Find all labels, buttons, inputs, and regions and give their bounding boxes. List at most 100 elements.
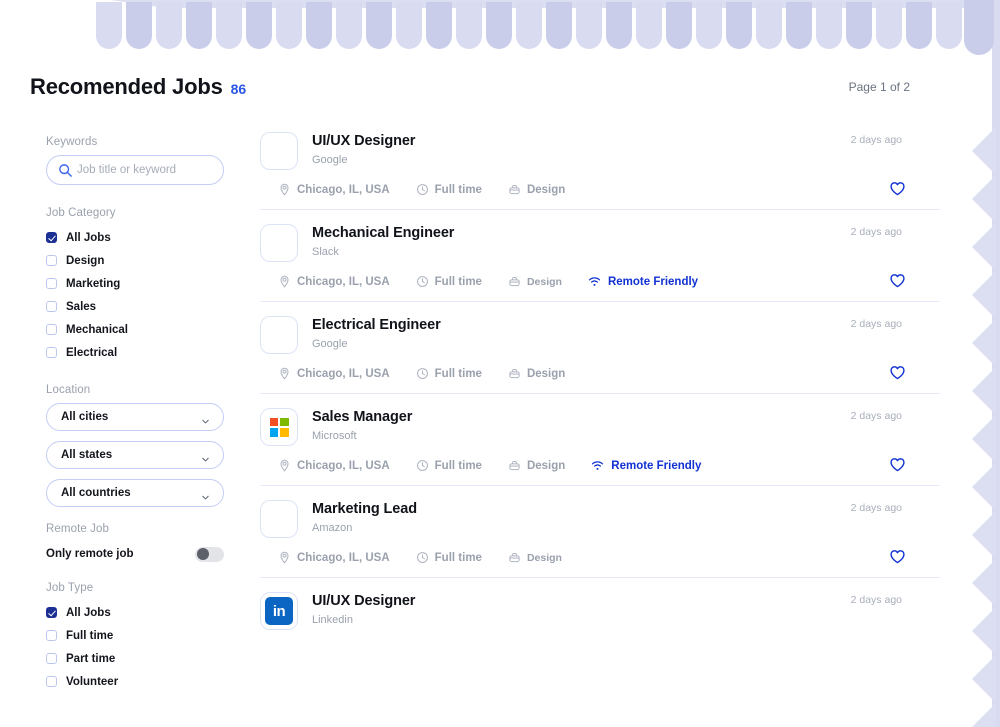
job-employment-type: Full time [416,367,482,380]
filter-job-category-electrical[interactable]: Electrical [46,341,236,364]
remote-toggle-label: Only remote job [46,548,134,560]
remote-job-toggle[interactable] [195,546,224,562]
job-employment-text: Full time [434,183,482,196]
filter-job-type-part-time[interactable]: Part time [46,647,236,670]
company-logo-microsoft [260,408,298,446]
filter-job-category-sales[interactable]: Sales [46,295,236,318]
select-value: All states [61,449,113,461]
chevron-down-icon [201,489,210,499]
select-all-countries[interactable]: All countries [46,479,224,507]
job-category: Design [508,551,562,564]
filter-label: Electrical [66,346,118,359]
checkbox-icon[interactable] [46,232,57,243]
job-meta-row: Chicago, IL, USA Full time Design [260,367,940,380]
filter-job-type-all-jobs[interactable]: All Jobs [46,601,236,624]
job-location-text: Chicago, IL, USA [297,459,390,472]
select-value: All cities [61,411,109,423]
job-posted-date: 2 days ago [850,502,902,514]
job-meta-row: Chicago, IL, USA Full time Design [260,275,940,288]
checkbox-icon[interactable] [46,347,57,358]
job-employment-type: Full time [416,551,482,564]
page-header: Recomended Jobs 86 Page 1 of 2 [0,74,940,108]
linkedin-logo-icon: in [265,597,293,625]
save-job-heart-icon[interactable] [889,180,906,197]
job-posted-date: 2 days ago [850,410,902,422]
select-value: All countries [61,487,131,499]
job-company: Microsoft [312,430,357,442]
job-title[interactable]: Marketing Lead [312,501,417,517]
filter-job-category-marketing[interactable]: Marketing [46,272,236,295]
checkbox-icon[interactable] [46,324,57,335]
job-employment-text: Full time [434,275,482,288]
search-box[interactable] [46,155,224,185]
filter-job-type-full-time[interactable]: Full time [46,624,236,647]
briefcase-icon [508,551,521,564]
remote-friendly-text: Remote Friendly [607,275,699,288]
map-pin-icon [278,551,291,564]
checkbox-icon[interactable] [46,607,57,618]
job-title[interactable]: Sales Manager [312,409,412,425]
chevron-down-icon [201,451,210,461]
job-title[interactable]: Electrical Engineer [312,317,441,333]
job-title[interactable]: UI/UX Designer [312,133,415,149]
filters-sidebar: Keywords Job Category All Jobs Design [46,136,236,713]
checkbox-icon[interactable] [46,278,57,289]
decorative-top-edge [70,0,1000,52]
job-list: UI/UX Designer Google 2 days ago Chicago… [260,118,940,643]
remote-friendly-badge: Remote Friendly [588,275,698,288]
checkbox-icon[interactable] [46,653,57,664]
job-employment-text: Full time [434,459,482,472]
checkbox-icon[interactable] [46,630,57,641]
checkbox-icon[interactable] [46,676,57,687]
save-job-heart-icon[interactable] [889,456,906,473]
job-type-list: All Jobs Full time Part time Volunteer [46,601,236,693]
job-card[interactable]: Marketing Lead Amazon 2 days ago Chicago… [260,486,940,578]
page-title: Recomended Jobs [30,74,223,99]
remote-friendly-badge: Remote Friendly [591,459,701,472]
job-location: Chicago, IL, USA [278,275,390,288]
select-all-cities[interactable]: All cities [46,403,224,431]
briefcase-icon [508,459,521,472]
job-title[interactable]: Mechanical Engineer [312,225,454,241]
wifi-icon [588,275,601,288]
job-card[interactable]: in UI/UX Designer Linkedin 2 days ago [260,578,940,643]
job-company: Google [312,154,348,166]
job-category-text: Design [526,551,562,564]
job-category-list: All Jobs Design Marketing Sales Mechanic… [46,226,236,364]
job-employment-text: Full time [434,367,482,380]
job-title[interactable]: UI/UX Designer [312,593,415,609]
job-card[interactable]: Electrical Engineer Google 2 days ago Ch… [260,302,940,394]
filter-job-type-volunteer[interactable]: Volunteer [46,670,236,693]
job-category: Design [508,183,565,196]
job-type-label: Job Type [46,582,94,594]
job-card[interactable]: Mechanical Engineer Slack 2 days ago Chi… [260,210,940,302]
filter-job-category-all-jobs[interactable]: All Jobs [46,226,236,249]
job-board-page: Recomended Jobs 86 Page 1 of 2 Keywords … [0,0,1000,727]
job-location: Chicago, IL, USA [278,367,390,380]
map-pin-icon [278,459,291,472]
job-employment-text: Full time [434,551,482,564]
job-category-label: Job Category [46,207,116,219]
search-input[interactable] [77,164,212,176]
checkbox-icon[interactable] [46,255,57,266]
job-card[interactable]: UI/UX Designer Google 2 days ago Chicago… [260,118,940,210]
filter-label: Part time [66,652,116,665]
checkbox-icon[interactable] [46,301,57,312]
save-job-heart-icon[interactable] [889,364,906,381]
job-posted-date: 2 days ago [850,226,902,238]
save-job-heart-icon[interactable] [889,548,906,565]
filter-label: Sales [66,300,97,313]
save-job-heart-icon[interactable] [889,272,906,289]
job-meta-row: Chicago, IL, USA Full time Design [260,459,940,472]
remote-job-toggle-row[interactable]: Only remote job [46,542,224,566]
briefcase-icon [508,367,521,380]
remote-job-label: Remote Job [46,523,110,535]
select-all-states[interactable]: All states [46,441,224,469]
job-card[interactable]: Sales Manager Microsoft 2 days ago Chica… [260,394,940,486]
decorative-right-edge [960,0,1000,727]
job-location-text: Chicago, IL, USA [297,551,390,564]
filter-job-category-mechanical[interactable]: Mechanical [46,318,236,341]
filter-label: Design [66,254,105,267]
job-location-text: Chicago, IL, USA [297,367,390,380]
filter-job-category-design[interactable]: Design [46,249,236,272]
